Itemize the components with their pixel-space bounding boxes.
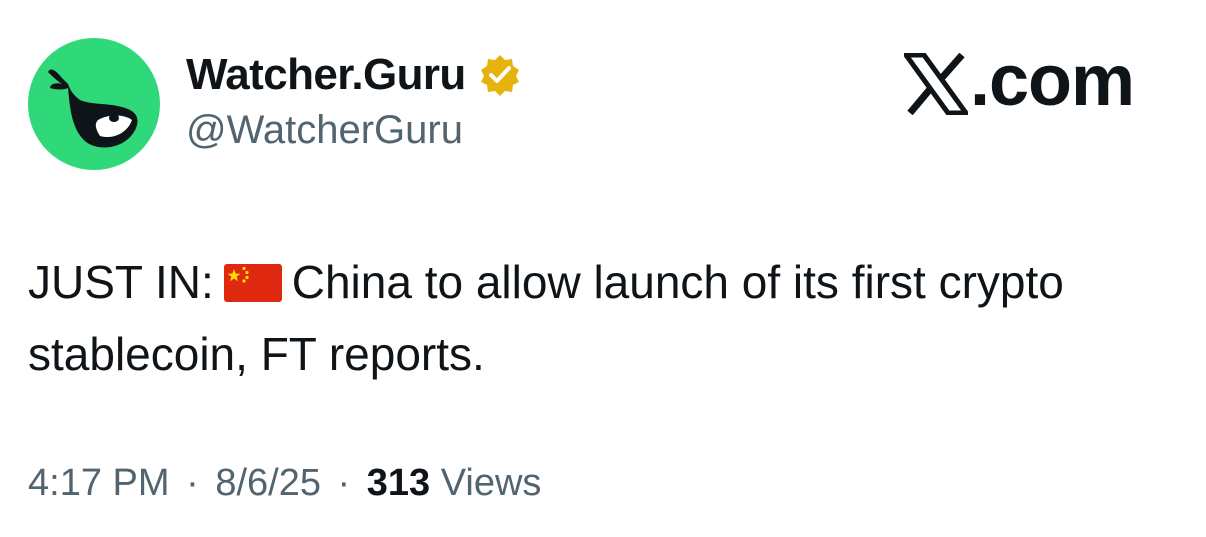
display-name[interactable]: Watcher.Guru [186, 50, 522, 100]
brand-label: .com [970, 41, 1135, 121]
tweet-card: Watcher.Guru @WatcherGuru .com JUST IN: [0, 0, 1206, 537]
x-logo-icon [901, 50, 971, 116]
tweet-meta: 4:17 PM · 8/6/25 · 313 Views [28, 462, 541, 505]
user-handle[interactable]: @WatcherGuru [186, 108, 463, 153]
tweet-time[interactable]: 4:17 PM [28, 462, 170, 504]
verified-badge-icon [478, 53, 522, 97]
meta-separator-2: · [337, 462, 351, 504]
views-count: 313 [366, 462, 431, 504]
meta-separator: · [186, 462, 199, 504]
views-label: Views [440, 462, 542, 504]
brand-watermark: .com [901, 40, 1135, 122]
tweet-text: JUST IN: China to allow launch of its fi… [28, 246, 1178, 390]
whale-logo-icon [48, 69, 138, 148]
avatar[interactable] [28, 38, 160, 170]
display-name-text: Watcher.Guru [186, 50, 466, 99]
tweet-prefix: JUST IN: [28, 256, 214, 308]
china-flag-icon [223, 250, 282, 302]
tweet-date[interactable]: 8/6/25 [215, 462, 321, 504]
